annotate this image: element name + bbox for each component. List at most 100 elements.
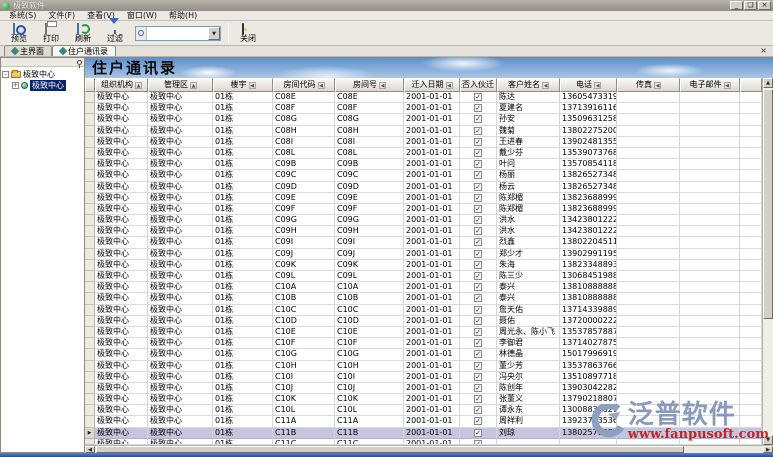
cell-building[interactable]: 01栋 bbox=[213, 226, 273, 237]
row-indicator[interactable] bbox=[85, 338, 95, 349]
cell-phone[interactable]: 13570854118 bbox=[560, 159, 617, 170]
cell-fax[interactable] bbox=[617, 394, 680, 405]
cell-area[interactable]: 极致中心 bbox=[148, 204, 213, 215]
cell-phone[interactable]: 13810888888 bbox=[560, 282, 617, 293]
cell-room_code[interactable]: C09J bbox=[273, 249, 335, 260]
table-row[interactable]: 极致中心极致中心01栋C10AC10A2001-01-01✓泰兴13810888… bbox=[85, 282, 762, 293]
cell-building[interactable]: 01栋 bbox=[213, 327, 273, 338]
cell-move_in_date[interactable]: 2001-01-01 bbox=[404, 349, 460, 360]
cell-room_code[interactable]: C08E bbox=[273, 92, 335, 103]
cell-filler[interactable] bbox=[740, 372, 762, 383]
cell-email[interactable] bbox=[680, 271, 740, 282]
table-row[interactable]: 极致中心极致中心01栋C10KC10K2001-01-01✓张董义1379021… bbox=[85, 394, 762, 405]
cell-phone[interactable]: 13903042282 bbox=[560, 383, 617, 394]
cell-name[interactable]: 陈郑楣 bbox=[497, 193, 560, 204]
row-indicator[interactable] bbox=[85, 193, 95, 204]
cell-room_code[interactable]: C08I bbox=[273, 137, 335, 148]
cell-area[interactable]: 极致中心 bbox=[148, 316, 213, 327]
cell-area[interactable]: 极致中心 bbox=[148, 114, 213, 125]
cell-filler[interactable] bbox=[740, 226, 762, 237]
cell-phone[interactable]: 13068451988 bbox=[560, 271, 617, 282]
cell-email[interactable] bbox=[680, 92, 740, 103]
row-indicator[interactable] bbox=[85, 327, 95, 338]
cell-area[interactable]: 极致中心 bbox=[148, 159, 213, 170]
table-row[interactable]: 极致中心极致中心01栋C09EC09E2001-01-01✓陈郑楣1382368… bbox=[85, 193, 762, 204]
cell-area[interactable]: 极致中心 bbox=[148, 439, 213, 445]
cell-room_no[interactable]: C08H bbox=[335, 126, 404, 137]
cell-name[interactable]: 陈郑楣 bbox=[497, 204, 560, 215]
cell-name[interactable]: 朱海 bbox=[497, 260, 560, 271]
cell-email[interactable] bbox=[680, 416, 740, 427]
filter-icon[interactable]: ◀ bbox=[318, 82, 325, 89]
cell-building[interactable]: 01栋 bbox=[213, 372, 273, 383]
cell-fax[interactable] bbox=[617, 361, 680, 372]
cell-move_in_date[interactable]: 2001-01-01 bbox=[404, 416, 460, 427]
cell-move_in_date[interactable]: 2001-01-01 bbox=[404, 316, 460, 327]
cell-building[interactable]: 01栋 bbox=[213, 383, 273, 394]
cell-org[interactable]: 极致中心 bbox=[95, 316, 148, 327]
table-row[interactable]: 极致中心极致中心01栋C10EC10E2001-01-01✓周光永、陈小飞135… bbox=[85, 327, 762, 338]
cell-room_code[interactable]: C09I bbox=[273, 237, 335, 248]
table-row[interactable]: 极致中心极致中心01栋C08GC08G2001-01-01✓孙安13509631… bbox=[85, 114, 762, 125]
cell-move_in_date[interactable]: 2001-01-01 bbox=[404, 237, 460, 248]
cell-fax[interactable] bbox=[617, 405, 680, 416]
cell-fax[interactable] bbox=[617, 237, 680, 248]
cell-moved_in[interactable]: ✓ bbox=[460, 428, 497, 439]
row-indicator[interactable] bbox=[85, 237, 95, 248]
cell-name[interactable]: 泰兴 bbox=[497, 282, 560, 293]
cell-phone[interactable]: 13008831829 bbox=[560, 405, 617, 416]
cell-move_in_date[interactable]: 2001-01-01 bbox=[404, 92, 460, 103]
cell-filler[interactable] bbox=[740, 394, 762, 405]
cell-building[interactable]: 01栋 bbox=[213, 137, 273, 148]
column-header-moved_in[interactable]: 是否入伙迁◀ bbox=[460, 78, 497, 92]
sort-icon[interactable]: ▲ bbox=[135, 82, 142, 89]
cell-fax[interactable] bbox=[617, 114, 680, 125]
cell-room_no[interactable]: C10J bbox=[335, 383, 404, 394]
table-row[interactable]: 极致中心极致中心01栋C08FC08F2001-01-01✓夏建名1371391… bbox=[85, 103, 762, 114]
cell-room_code[interactable]: C11A bbox=[273, 416, 335, 427]
cell-area[interactable]: 极致中心 bbox=[148, 226, 213, 237]
cell-move_in_date[interactable]: 2001-01-01 bbox=[404, 383, 460, 394]
cell-name[interactable]: 刘琼 bbox=[497, 428, 560, 439]
cell-phone[interactable]: 13423801222 bbox=[560, 215, 617, 226]
cell-phone[interactable]: 13714339889 bbox=[560, 305, 617, 316]
cell-room_no[interactable]: C08F bbox=[335, 103, 404, 114]
cell-room_code[interactable]: C10F bbox=[273, 338, 335, 349]
cell-filler[interactable] bbox=[740, 293, 762, 304]
row-indicator[interactable] bbox=[85, 439, 95, 445]
cell-filler[interactable] bbox=[740, 405, 762, 416]
table-row[interactable]: 极致中心极致中心01栋C09GC09G2001-01-01✓洪水13423801… bbox=[85, 215, 762, 226]
cell-phone[interactable]: 13713916116 bbox=[560, 103, 617, 114]
cell-phone[interactable]: 13826527348 bbox=[560, 182, 617, 193]
table-row[interactable]: 极致中心极致中心01栋C10GC10G2001-01-01✓林德晶1501799… bbox=[85, 349, 762, 360]
cell-room_no[interactable]: C10D bbox=[335, 316, 404, 327]
filter-icon[interactable]: ◀ bbox=[446, 82, 453, 89]
cell-email[interactable] bbox=[680, 148, 740, 159]
cell-email[interactable] bbox=[680, 204, 740, 215]
cell-filler[interactable] bbox=[740, 260, 762, 271]
cell-phone[interactable]: 13605473319 bbox=[560, 92, 617, 103]
cell-area[interactable]: 极致中心 bbox=[148, 193, 213, 204]
row-indicator[interactable] bbox=[85, 416, 95, 427]
cell-fax[interactable] bbox=[617, 293, 680, 304]
cell-move_in_date[interactable]: 2001-01-01 bbox=[404, 394, 460, 405]
tab-close-button[interactable]: × bbox=[758, 46, 769, 56]
row-indicator[interactable] bbox=[85, 349, 95, 360]
cell-moved_in[interactable]: ✓ bbox=[460, 338, 497, 349]
cell-phone[interactable]: 13790218807 bbox=[560, 394, 617, 405]
cell-room_code[interactable]: C10C bbox=[273, 305, 335, 316]
cell-room_no[interactable]: C09J bbox=[335, 249, 404, 260]
cell-name[interactable]: 夏建名 bbox=[497, 103, 560, 114]
cell-fax[interactable] bbox=[617, 103, 680, 114]
cell-filler[interactable] bbox=[740, 249, 762, 260]
cell-moved_in[interactable]: ✓ bbox=[460, 103, 497, 114]
refresh-button[interactable]: 刷新 bbox=[67, 22, 99, 45]
cell-phone[interactable]: 13537863766 bbox=[560, 361, 617, 372]
table-row[interactable]: ▶极致中心极致中心01栋C11BC11B2001-01-01✓刘琼1380257… bbox=[85, 428, 762, 439]
cell-area[interactable]: 极致中心 bbox=[148, 349, 213, 360]
close-button[interactable]: × bbox=[758, 1, 771, 10]
row-indicator[interactable] bbox=[85, 103, 95, 114]
cell-moved_in[interactable]: ✓ bbox=[460, 349, 497, 360]
cell-building[interactable]: 01栋 bbox=[213, 126, 273, 137]
cell-fax[interactable] bbox=[617, 327, 680, 338]
